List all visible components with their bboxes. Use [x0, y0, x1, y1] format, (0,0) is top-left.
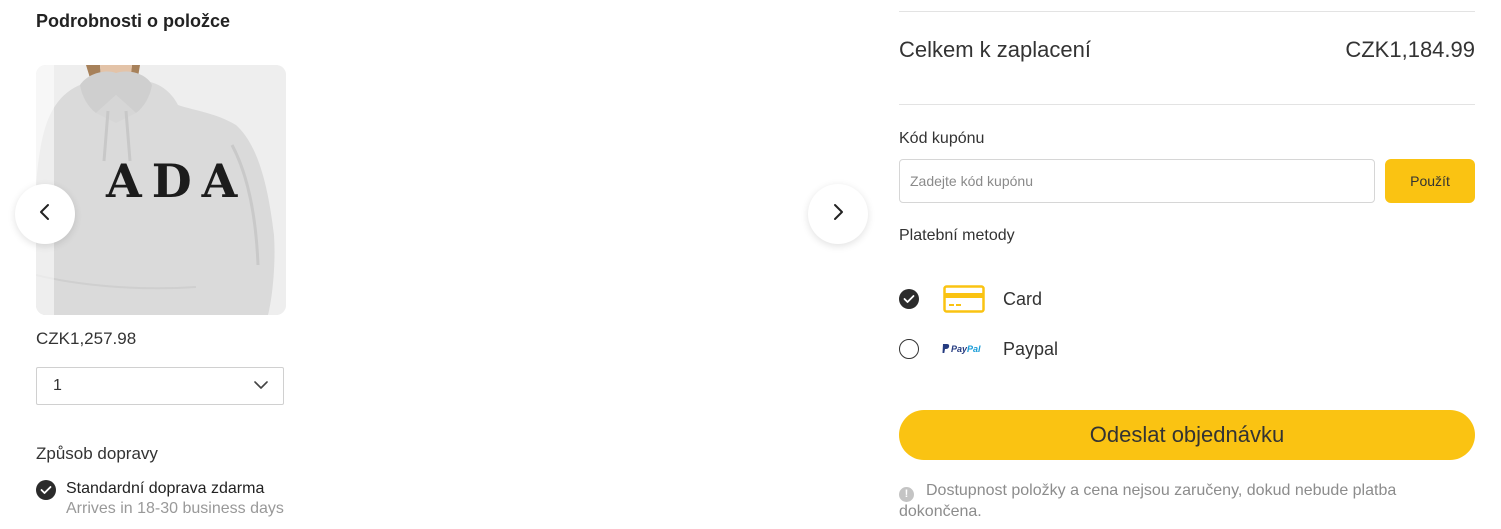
chevron-right-icon	[830, 202, 846, 227]
carousel-prev-button[interactable]	[15, 184, 75, 244]
apply-coupon-button[interactable]: Použít	[1385, 159, 1475, 203]
shipping-option-eta: Arrives in 18-30 business days	[66, 500, 284, 517]
shipping-option[interactable]: Standardní doprava zdarma Arrives in 18-…	[36, 479, 284, 519]
availability-notice-text: Dostupnost položky a cena nejsou zaručen…	[899, 482, 1397, 520]
checkout-page: Podrobnosti o položce ADA CZK1,257.98 1 …	[0, 0, 1501, 529]
availability-notice: ! Dostupnost položky a cena nejsou zaruče…	[899, 481, 1459, 522]
submit-order-button[interactable]: Odeslat objednávku	[899, 410, 1475, 460]
payment-option-card[interactable]: Card	[899, 284, 1042, 314]
radio-unchecked-icon[interactable]	[899, 339, 919, 359]
divider	[899, 104, 1475, 105]
divider	[899, 11, 1475, 12]
total-label: Celkem k zaplacení	[899, 37, 1091, 62]
item-price: CZK1,257.98	[36, 329, 137, 348]
total-value: CZK1,184.99	[1345, 37, 1475, 62]
chevron-down-icon	[253, 377, 269, 395]
check-circle-icon	[36, 480, 56, 500]
chevron-left-icon	[37, 202, 53, 227]
svg-text:PayPal: PayPal	[951, 344, 981, 354]
payment-option-name: Card	[1003, 288, 1043, 309]
shipping-method-title: Způsob dopravy	[36, 444, 158, 463]
carousel-next-button[interactable]	[808, 184, 868, 244]
info-icon: !	[899, 486, 914, 502]
credit-card-icon	[942, 284, 986, 314]
radio-checked-icon[interactable]	[899, 289, 919, 309]
payment-option-paypal[interactable]: PayPal Paypal	[899, 334, 1058, 364]
paypal-logo-icon: PayPal	[942, 334, 986, 364]
quantity-select[interactable]: 1	[36, 367, 284, 405]
coupon-input[interactable]	[899, 159, 1375, 203]
coupon-label: Kód kupónu	[899, 130, 985, 147]
hoodie-print-text: ADA	[105, 154, 247, 208]
product-image: ADA	[36, 65, 286, 315]
shipping-option-name: Standardní doprava zdarma	[66, 480, 265, 497]
item-details-title: Podrobnosti o položce	[36, 11, 230, 31]
quantity-value: 1	[53, 377, 62, 394]
payment-option-name: Paypal	[1003, 338, 1059, 359]
payment-methods-label: Platební metody	[899, 227, 1015, 244]
